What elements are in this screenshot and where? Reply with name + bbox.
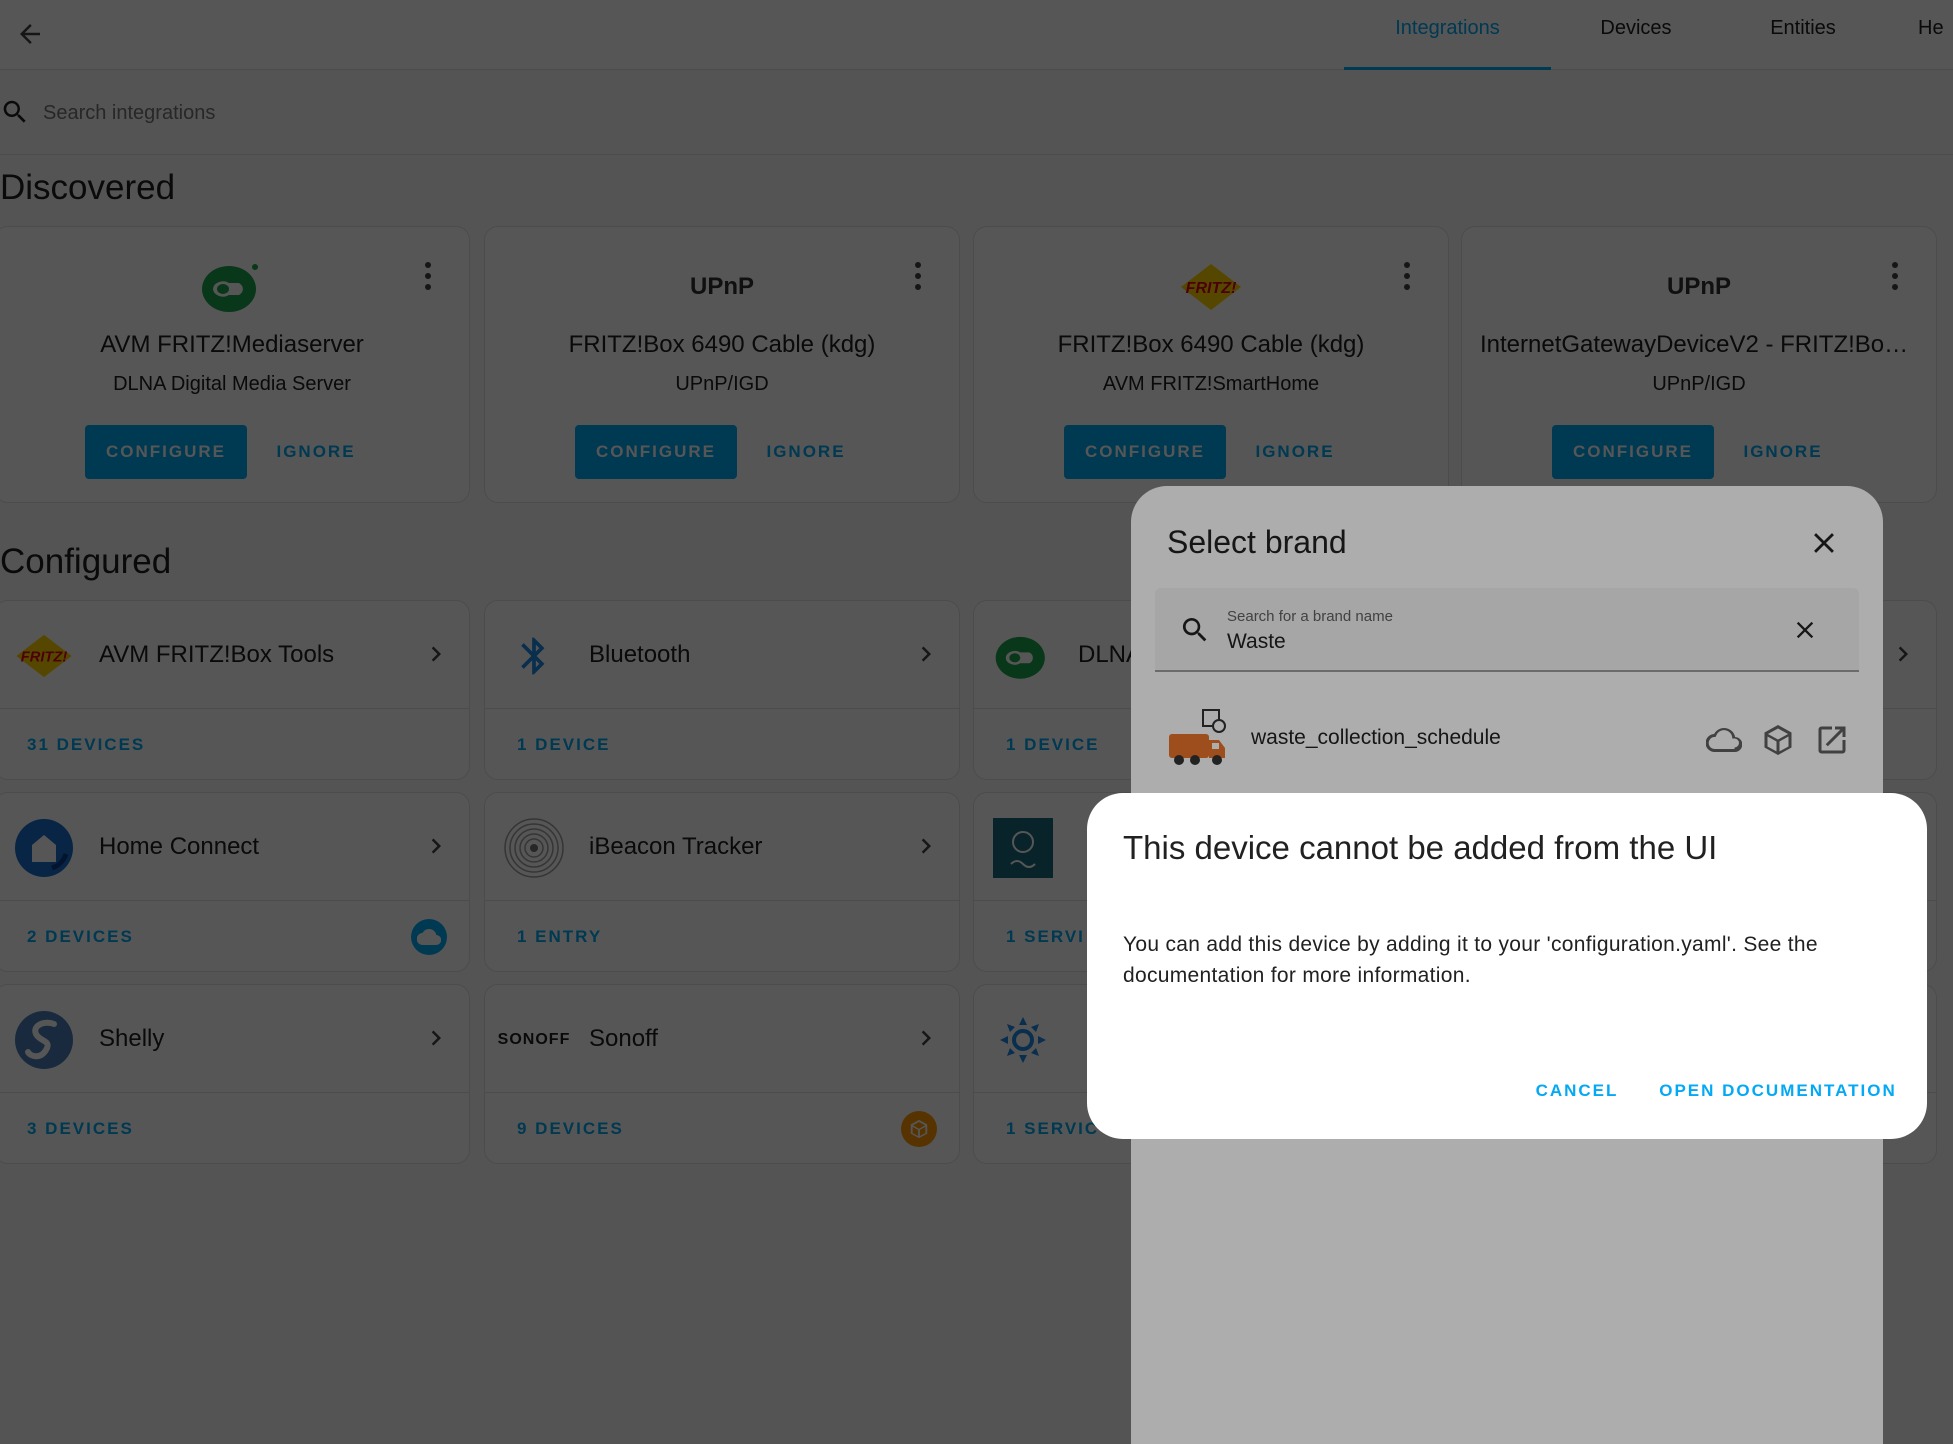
alert-scrim[interactable]: [0, 0, 1953, 1444]
open-documentation-button[interactable]: OPEN DOCUMENTATION: [1645, 1071, 1911, 1111]
cancel-button[interactable]: CANCEL: [1513, 1071, 1641, 1111]
alert-title: This device cannot be added from the UI: [1123, 829, 1718, 866]
alert-body: You can add this device by adding it to …: [1123, 933, 1818, 987]
cannot-add-alert-dialog: This device cannot be added from the UI …: [1087, 793, 1927, 1139]
